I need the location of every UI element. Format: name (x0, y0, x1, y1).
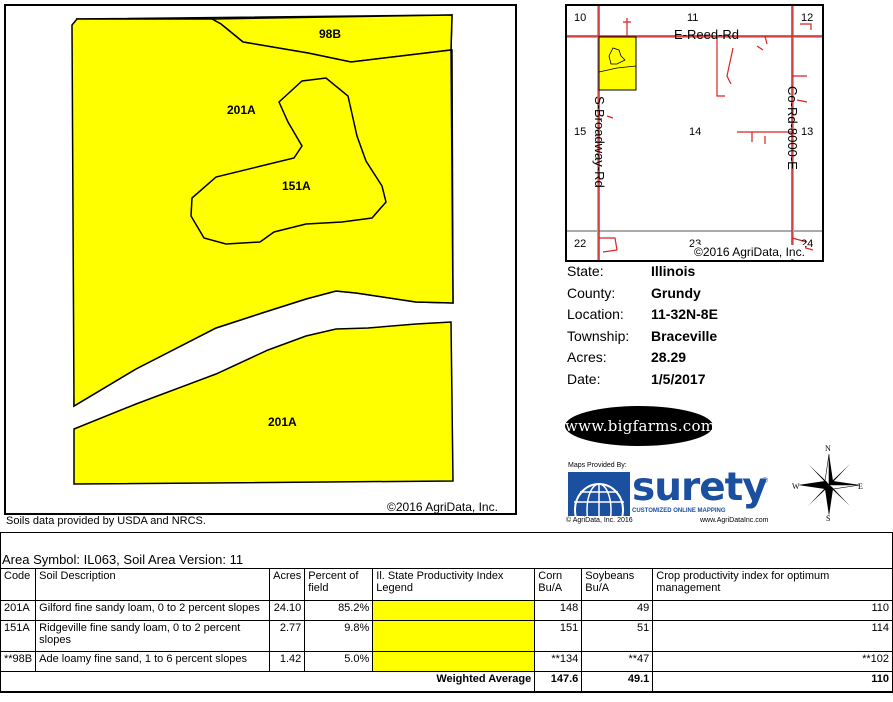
info-acres-value: 28.29 (651, 349, 687, 365)
section-number-22: 22 (574, 238, 587, 250)
compass-e: E (858, 482, 863, 491)
road-label-reed: E-Reed-Rd (674, 27, 740, 42)
row-corn: 148 (534, 600, 583, 621)
row-description: Gilford fine sandy loam, 0 to 2 percent … (35, 600, 271, 621)
info-location-label: Location: (567, 306, 624, 322)
table-row: 151A Ridgeville fine sandy loam, 0 to 2 … (0, 620, 893, 652)
soil-polygons (71, 14, 454, 485)
soil-map[interactable]: 98B 201A 151A 201A ©2016 AgriData, Inc. (4, 4, 517, 515)
row-percent: 85.2% (304, 600, 374, 621)
weighted-average-label: Weighted Average (0, 671, 535, 692)
road-label-co-rd: Co-Rd-8000-E (785, 86, 800, 170)
weighted-average-corn: 147.6 (534, 671, 583, 692)
weighted-average-cpi: 110 (652, 671, 893, 692)
road-label-broadway: S-Broadway-Rd (592, 96, 607, 188)
locator-map-copyright: ©2016 AgriData, Inc. (694, 245, 805, 259)
row-acres: 1.42 (269, 651, 306, 672)
row-acres: 24.10 (269, 600, 306, 621)
info-state-value: Illinois (651, 263, 696, 279)
row-percent: 9.8% (304, 620, 374, 652)
info-state-label: State: (567, 263, 604, 279)
row-cpi: 110 (652, 600, 893, 621)
info-county-value: Grundy (651, 285, 701, 301)
header-soybeans: Soybeans Bu/A (581, 568, 654, 601)
surety-globe-icon (568, 472, 630, 516)
section-number-14: 14 (689, 126, 702, 138)
surety-registered-mark: ® (762, 476, 768, 485)
info-date-label: Date: (567, 371, 601, 387)
row-acres: 2.77 (269, 620, 306, 652)
table-row: **98B Ade loamy fine sand, 1 to 6 percen… (0, 651, 893, 672)
row-percent: 5.0% (304, 651, 374, 672)
section-number-11: 11 (687, 12, 699, 24)
surety-copyright: © AgriData, Inc. 2016 (566, 517, 633, 524)
row-soybeans: **47 (581, 651, 654, 672)
info-township-value: Braceville (651, 328, 718, 344)
row-soybeans: 51 (581, 620, 654, 652)
header-percent: Percent of field (304, 568, 374, 601)
soil-table-container: Area Symbol: IL063, Soil Area Version: 1… (0, 532, 893, 693)
section-number-15: 15 (574, 126, 587, 138)
info-acres-label: Acres: (567, 349, 607, 365)
compass-w: W (792, 482, 800, 491)
row-legend-swatch (372, 651, 536, 672)
row-description: Ade loamy fine sand, 1 to 6 percent slop… (35, 651, 271, 672)
table-row: 201A Gilford fine sandy loam, 0 to 2 per… (0, 600, 893, 621)
header-legend: Il. State Productivity Index Legend (372, 568, 536, 601)
soil-label-98b: 98B (319, 27, 342, 41)
row-code: 151A (0, 620, 37, 652)
section-number-10: 10 (574, 12, 587, 24)
surety-wordmark: surety (632, 465, 768, 510)
row-corn: **134 (534, 651, 583, 672)
bigfarms-logo-text: www.bigfarms.com (565, 417, 716, 435)
soil-label-151a: 151A (282, 179, 311, 193)
row-cpi: 114 (652, 620, 893, 652)
soil-label-201a-bottom: 201A (268, 415, 297, 429)
weighted-average-soybeans: 49.1 (581, 671, 654, 692)
row-legend-swatch (372, 620, 536, 652)
locator-map[interactable]: 10 11 12 15 14 13 22 23 24 E-Reed-Rd S-B… (565, 4, 824, 262)
header-acres: Acres (269, 568, 306, 601)
surety-logo[interactable]: Maps Provided By: surety ® CUSTOMIZED ON… (566, 462, 776, 526)
compass-rose: N S E W (790, 444, 868, 524)
soil-label-201a-top: 201A (227, 103, 256, 117)
row-cpi: **102 (652, 651, 893, 672)
row-code: 201A (0, 600, 37, 621)
row-description: Ridgeville fine sandy loam, 0 to 2 perce… (35, 620, 271, 652)
soil-table: Code Soil Description Acres Percent of f… (0, 568, 893, 692)
soils-source-note: Soils data provided by USDA and NRCS. (6, 515, 206, 527)
row-soybeans: 49 (581, 600, 654, 621)
bigfarms-logo[interactable]: www.bigfarms.com (565, 406, 716, 446)
soil-map-copyright: ©2016 AgriData, Inc. (387, 500, 498, 514)
table-header-row: Code Soil Description Acres Percent of f… (0, 568, 893, 601)
section-number-12: 12 (801, 12, 814, 24)
compass-s: S (826, 514, 831, 523)
row-corn: 151 (534, 620, 583, 652)
weighted-average-row: Weighted Average 147.6 49.1 110 (0, 671, 893, 692)
header-cpi: Crop productivity index for optimum mana… (652, 568, 893, 601)
surety-maps-provided: Maps Provided By: (568, 462, 627, 469)
surety-url: www.AgriDataInc.com (700, 517, 769, 524)
info-location-value: 11-32N-8E (651, 306, 718, 322)
row-code: **98B (0, 651, 37, 672)
header-corn: Corn Bu/A (534, 568, 583, 601)
header-soil-description: Soil Description (35, 568, 271, 601)
section-number-13: 13 (801, 126, 814, 138)
row-legend-swatch (372, 600, 536, 621)
header-code: Code (0, 568, 37, 601)
info-county-label: County: (567, 285, 616, 301)
info-township-label: Township: (567, 328, 630, 344)
surety-tagline: CUSTOMIZED ONLINE MAPPING (632, 508, 726, 514)
compass-n: N (825, 444, 831, 453)
table-title: Area Symbol: IL063, Soil Area Version: 1… (2, 552, 244, 567)
compass-star-icon (798, 453, 861, 516)
info-date-value: 1/5/2017 (651, 371, 706, 387)
